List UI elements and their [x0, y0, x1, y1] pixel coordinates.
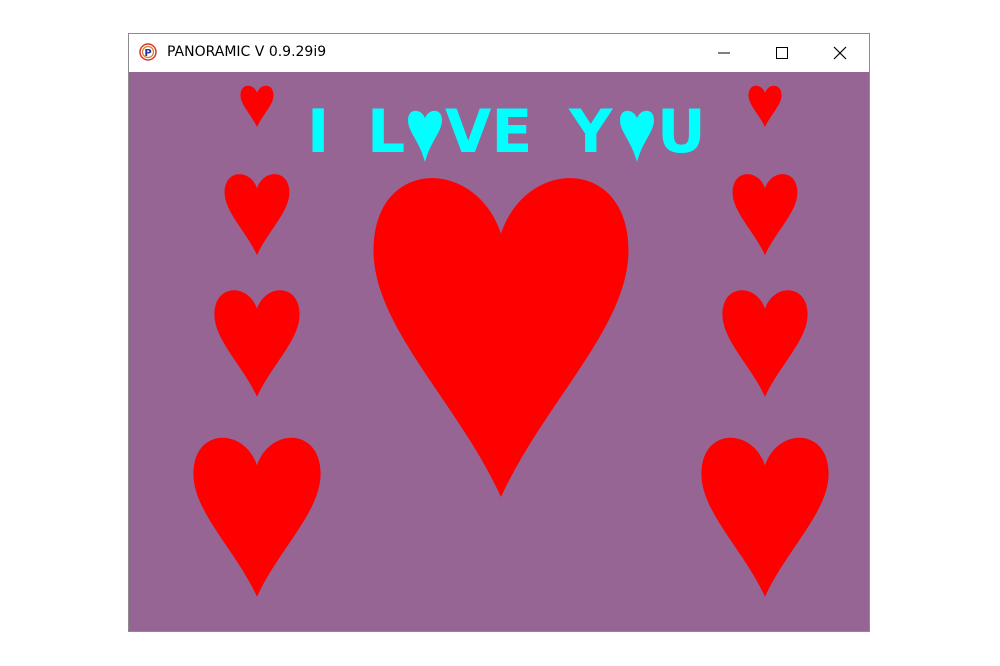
heart-left-1 [224, 174, 290, 256]
maximize-icon [776, 47, 788, 59]
heart-small-top-right [748, 85, 782, 128]
heart-left-3 [193, 437, 321, 597]
message-letter-u: U [657, 97, 706, 167]
heart-left-2 [214, 290, 300, 397]
letter-o-heart-icon [408, 110, 442, 162]
love-message: I L VE Y U [307, 100, 707, 164]
drawing-canvas[interactable]: I L VE Y U [129, 72, 869, 631]
message-letter-y: Y [569, 97, 613, 167]
maximize-button[interactable] [753, 34, 811, 72]
heart-right-2 [722, 290, 808, 397]
close-button[interactable] [811, 34, 869, 72]
close-icon [833, 46, 847, 60]
message-letters-ve: VE [445, 97, 533, 167]
message-letter-l: L [367, 97, 406, 167]
app-window: P PANORAMIC V 0.9.29i9 I L VE Y U [128, 33, 870, 632]
heart-large-center [373, 178, 629, 498]
heart-right-1 [732, 174, 798, 256]
title-bar[interactable]: P PANORAMIC V 0.9.29i9 [129, 34, 869, 72]
minimize-icon [718, 52, 730, 54]
heart-small-top-left [240, 85, 274, 128]
heart-right-3 [701, 437, 829, 597]
letter-o-heart-icon-2 [620, 110, 654, 162]
message-letter-i: I [307, 97, 330, 167]
minimize-button[interactable] [695, 34, 753, 72]
window-title: PANORAMIC V 0.9.29i9 [167, 44, 327, 60]
panoramic-app-icon: P [139, 43, 157, 61]
svg-text:P: P [144, 48, 151, 59]
